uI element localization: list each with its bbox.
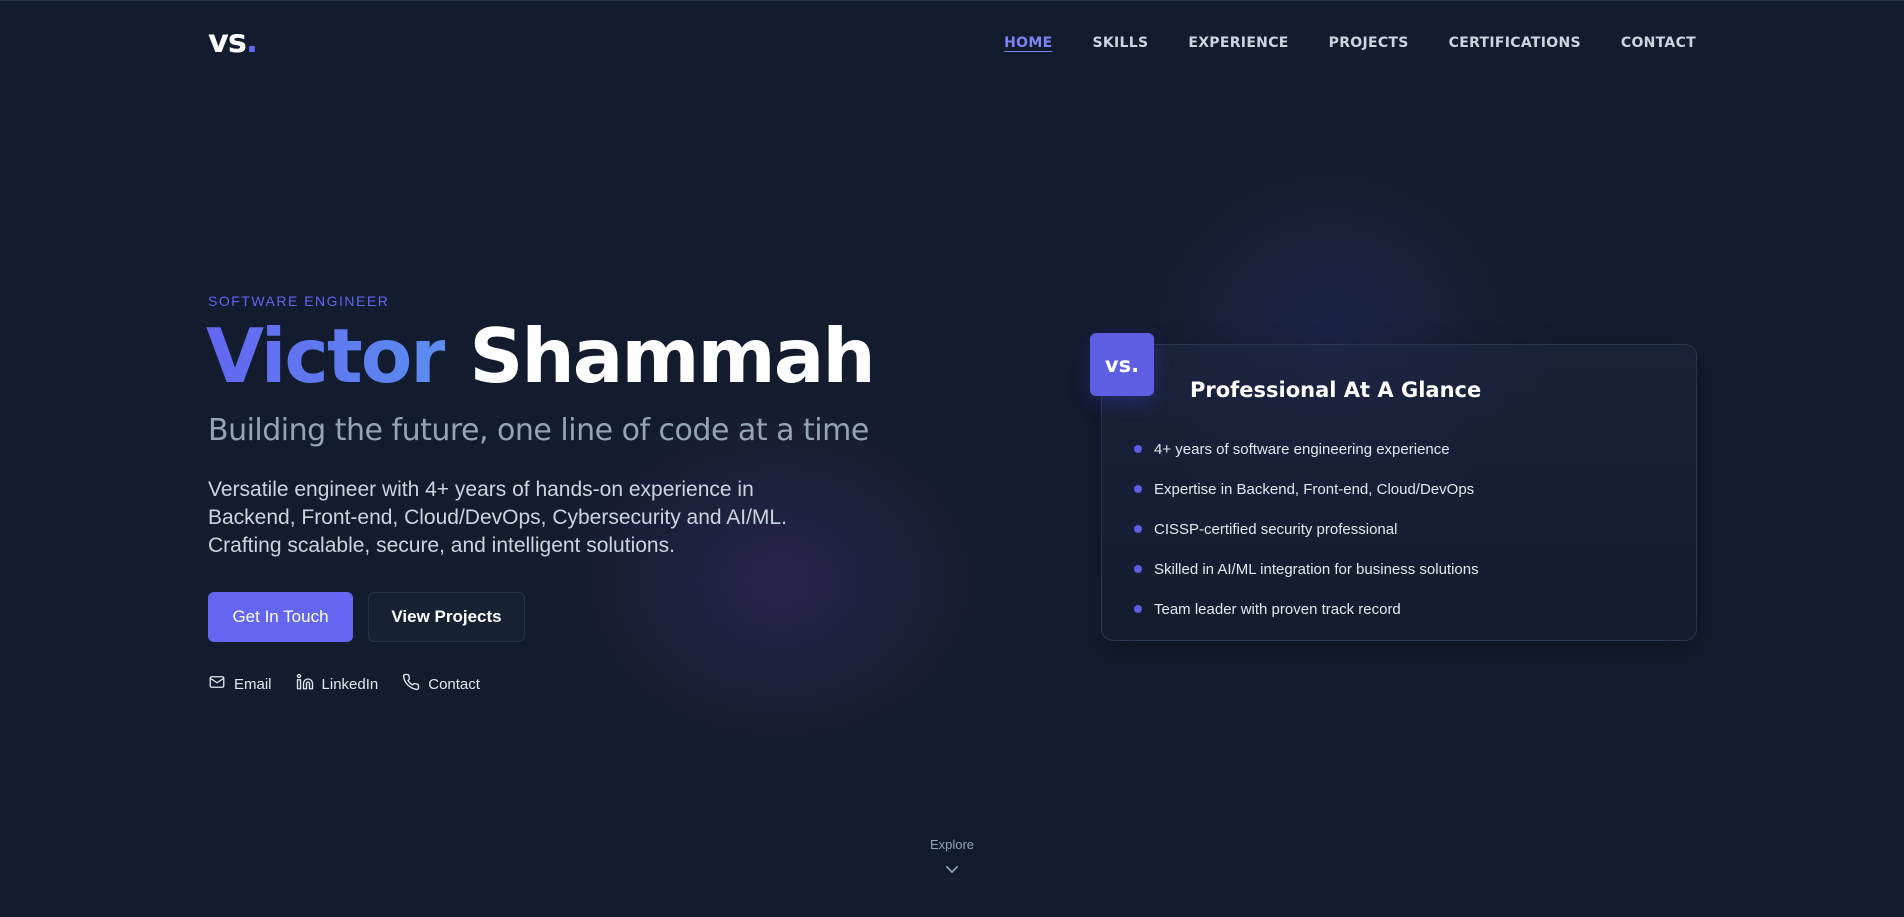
page: vs. HOME SKILLS EXPERIENCE PROJECTS CERT… (0, 0, 1904, 917)
logo[interactable]: vs. (208, 22, 258, 60)
card-list: 4+ years of software engineering experie… (1134, 429, 1479, 629)
list-item-text: Expertise in Backend, Front-end, Cloud/D… (1154, 480, 1475, 498)
phone-icon (402, 673, 420, 695)
nav-item-contact[interactable]: CONTACT (1621, 33, 1696, 53)
chevron-down-icon[interactable] (943, 860, 961, 878)
nav-item-projects[interactable]: PROJECTS (1329, 33, 1409, 53)
email-link-label: Email (234, 675, 272, 693)
bullet-dot (1134, 445, 1142, 453)
linkedin-link-label: LinkedIn (321, 675, 379, 693)
list-item: CISSP-certified security professional (1134, 509, 1479, 549)
nav-item-home[interactable]: HOME (1004, 33, 1052, 53)
logo-text: vs (208, 22, 247, 60)
main-nav: HOME SKILLS EXPERIENCE PROJECTS CERTIFIC… (1004, 33, 1696, 53)
view-projects-button[interactable]: View Projects (368, 592, 525, 642)
logo-dot: . (245, 22, 258, 60)
nav-item-certifications[interactable]: CERTIFICATIONS (1449, 33, 1581, 53)
card-badge: vs. (1090, 333, 1154, 396)
explore-label[interactable]: Explore (902, 837, 1002, 852)
bullet-dot (1134, 565, 1142, 573)
social-links: Email LinkedIn Contact (208, 673, 480, 695)
bullet-dot (1134, 525, 1142, 533)
hero-last-name: Shammah (469, 312, 875, 400)
email-link[interactable]: Email (208, 673, 272, 695)
list-item: Skilled in AI/ML integration for busines… (1134, 549, 1479, 589)
card-title: Professional At A Glance (1190, 378, 1482, 402)
hero-first-name: Victor (206, 312, 447, 400)
nav-item-experience[interactable]: EXPERIENCE (1188, 33, 1288, 53)
hero-intro: Versatile engineer with 4+ years of hand… (208, 478, 787, 557)
list-item-text: 4+ years of software engineering experie… (1154, 440, 1450, 458)
hero-eyebrow: SOFTWARE ENGINEER (208, 293, 390, 309)
contact-link-label: Contact (428, 675, 480, 693)
linkedin-icon (296, 673, 314, 695)
list-item-text: Skilled in AI/ML integration for busines… (1154, 560, 1479, 578)
hero-tagline: Building the future, one line of code at… (208, 413, 869, 448)
list-item: Expertise in Backend, Front-end, Cloud/D… (1134, 469, 1479, 509)
contact-link[interactable]: Contact (402, 673, 480, 695)
hero-name: Victor Shammah (206, 311, 876, 401)
list-item-text: CISSP-certified security professional (1154, 520, 1398, 538)
get-in-touch-button[interactable]: Get In Touch (208, 592, 353, 642)
list-item-text: Team leader with proven track record (1154, 600, 1401, 618)
bullet-dot (1134, 485, 1142, 493)
list-item: Team leader with proven track record (1134, 589, 1479, 629)
bullet-dot (1134, 605, 1142, 613)
mail-icon (208, 673, 226, 695)
linkedin-link[interactable]: LinkedIn (296, 673, 379, 695)
list-item: 4+ years of software engineering experie… (1134, 429, 1479, 469)
nav-item-skills[interactable]: SKILLS (1092, 33, 1148, 53)
